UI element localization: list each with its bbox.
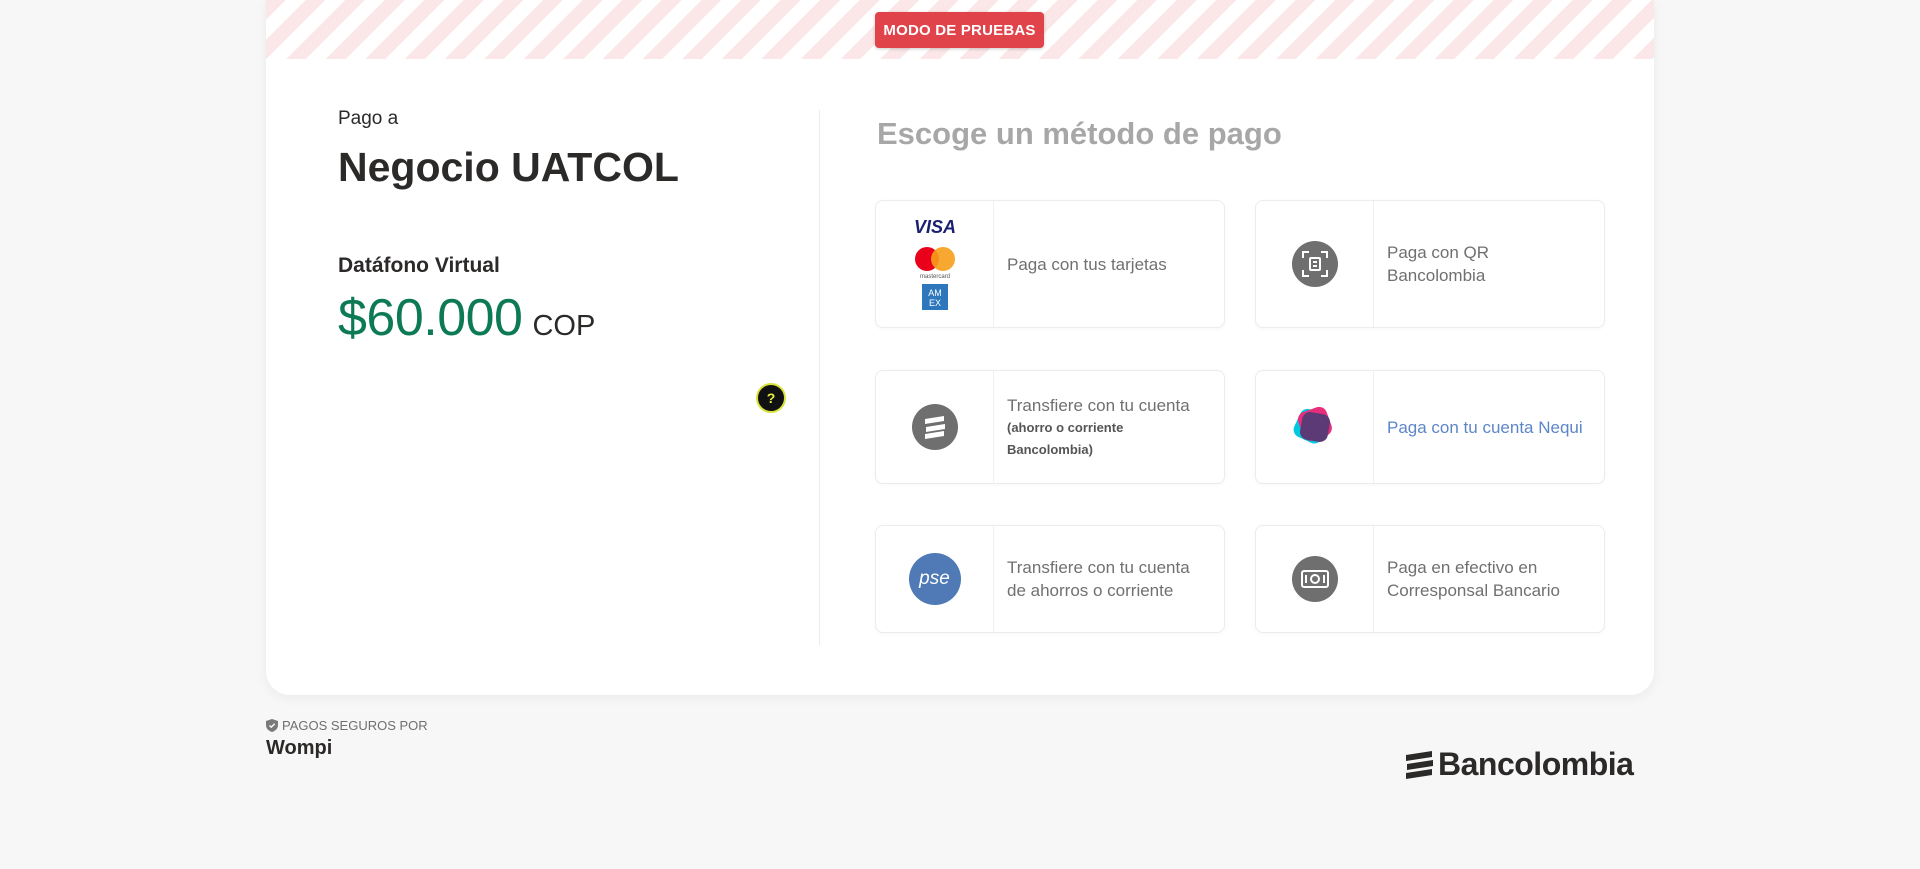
shield-icon — [266, 719, 278, 732]
wompi-logo: Wompi — [266, 737, 333, 759]
bancolombia-logo: Bancolombia — [1404, 746, 1634, 783]
payment-method-title: Escoge un método de pago — [877, 116, 1282, 151]
method-pse-button[interactable]: pse Transfiere con tu cuenta de ahorros … — [875, 525, 1225, 633]
bancolombia-mark-icon — [1406, 750, 1433, 779]
method-cards-label: Paga con tus tarjetas — [1007, 254, 1167, 274]
help-button[interactable]: ? — [756, 383, 786, 413]
method-cards-button[interactable]: VISA mastercard AM EX Paga con tus tarje… — [875, 200, 1225, 328]
checkout-card: MODO DE PRUEBAS Pago a Negocio UATCOL Da… — [266, 0, 1654, 695]
method-nequi-label: Paga con tu cuenta Nequi — [1387, 417, 1583, 437]
merchant-summary: Pago a Negocio UATCOL Datáfono Virtual $… — [338, 108, 758, 347]
bancolombia-transfer-icon — [911, 404, 958, 450]
pse-icon: pse — [908, 553, 961, 605]
method-cash-button[interactable]: Paga en efectivo en Corresponsal Bancari… — [1255, 525, 1605, 633]
nequi-icon — [1293, 406, 1332, 444]
amount-value: $60.000 — [338, 289, 523, 347]
method-bancolombia-transfer-button[interactable]: Transfiere con tu cuenta (ahorro o corri… — [875, 370, 1225, 484]
test-mode-banner: MODO DE PRUEBAS — [266, 0, 1654, 59]
secure-payments-label: PAGOS SEGUROS POR — [282, 718, 428, 733]
cash-icon — [1291, 556, 1338, 602]
product-name: Datáfono Virtual — [338, 254, 500, 277]
method-cash-label: Paga en efectivo en Corresponsal Bancari… — [1387, 558, 1560, 600]
merchant-name: Negocio UATCOL — [338, 144, 679, 190]
method-nequi-button[interactable]: Paga con tu cuenta Nequi — [1255, 370, 1605, 484]
column-divider — [819, 110, 820, 645]
bancolombia-wordmark: Bancolombia — [1438, 746, 1634, 782]
currency-label: COP — [532, 310, 596, 342]
svg-text:VISA: VISA — [913, 217, 955, 237]
svg-text:AM: AM — [928, 288, 942, 298]
method-bancolombia-transfer-label: Transfiere con tu cuenta — [1007, 395, 1190, 415]
method-bancolombia-transfer-sublabel: (ahorro o corriente Bancolombia) — [1007, 419, 1124, 457]
pay-to-label: Pago a — [338, 108, 399, 129]
qr-scan-icon — [1291, 241, 1338, 287]
question-icon: ? — [766, 390, 776, 406]
secure-payments-note: PAGOS SEGUROS POR — [266, 718, 428, 733]
method-qr-button[interactable]: Paga con QR Bancolombia — [1255, 200, 1605, 328]
svg-text:mastercard: mastercard — [919, 274, 949, 280]
card-brands-icon: VISA mastercard AM EX — [876, 201, 994, 327]
method-qr-label: Paga con QR Bancolombia — [1387, 243, 1490, 285]
method-pse-label: Transfiere con tu cuenta de ahorros o co… — [1007, 558, 1190, 600]
svg-text:EX: EX — [928, 298, 940, 308]
amount-row: $60.000 COP — [338, 288, 595, 348]
test-mode-badge: MODO DE PRUEBAS — [875, 12, 1044, 48]
